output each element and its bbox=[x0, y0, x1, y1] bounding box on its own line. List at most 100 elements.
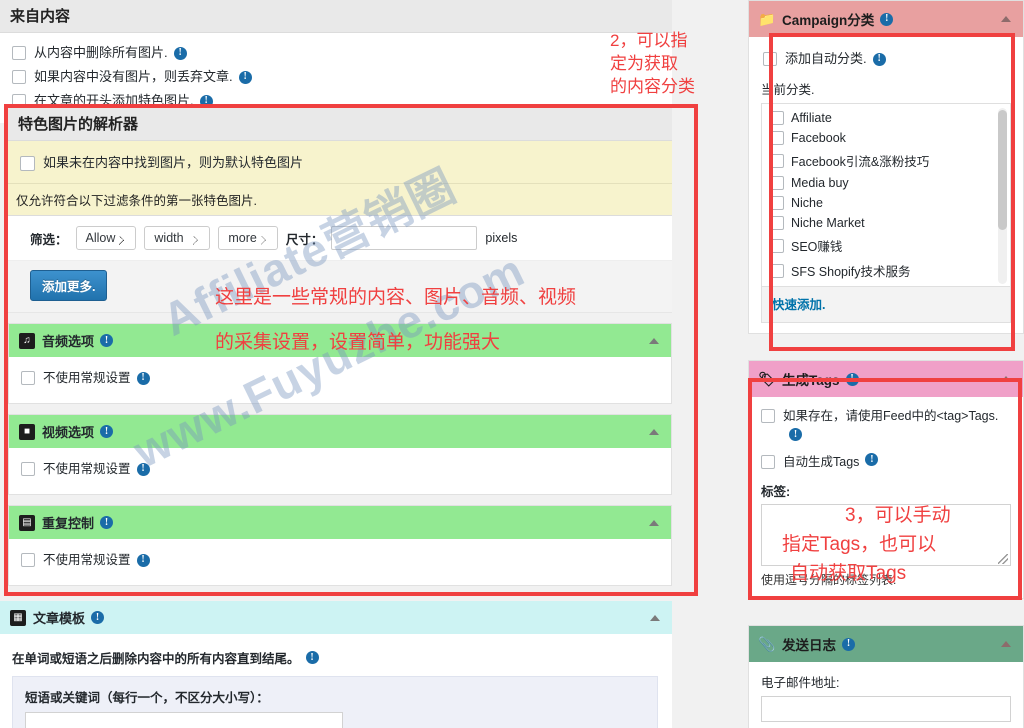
campaign-categories-header[interactable]: 📁 Campaign分类 bbox=[749, 1, 1023, 37]
option-default-featured-image[interactable]: 如果未在内容中找到图片，则为默认特色图片 bbox=[8, 151, 672, 175]
generate-tags-header[interactable]: 🏷 生成Tags bbox=[749, 361, 1023, 397]
panel-title: Campaign分类 bbox=[782, 13, 875, 28]
campaign-categories-body: 添加自动分类. 当前分类. Affiliate Facebook Facebook引… bbox=[749, 37, 1023, 333]
collapse-toggle-icon[interactable] bbox=[1001, 641, 1011, 647]
category-label: shopify工具 bbox=[791, 286, 856, 287]
article-template-textarea[interactable] bbox=[25, 712, 343, 728]
checkbox-category[interactable] bbox=[770, 216, 784, 230]
category-list[interactable]: Affiliate Facebook Facebook引流&涨粉技巧 Media bu… bbox=[761, 103, 1011, 287]
folder-icon: 📁 bbox=[758, 11, 776, 27]
collapse-toggle-icon[interactable] bbox=[649, 519, 659, 526]
info-icon[interactable] bbox=[305, 651, 319, 664]
section-video-header[interactable]: ■ 视频选项 bbox=[9, 415, 671, 448]
checkbox-category[interactable] bbox=[770, 131, 784, 145]
send-log-header[interactable]: 📎 发送日志 bbox=[749, 626, 1023, 662]
info-icon[interactable] bbox=[880, 12, 894, 26]
option-remove-all-images[interactable]: 从内容中删除所有图片. bbox=[0, 41, 672, 65]
collapse-toggle-icon[interactable] bbox=[650, 614, 660, 621]
size-input[interactable] bbox=[331, 226, 478, 250]
category-list-scrollbar-thumb[interactable] bbox=[998, 110, 1007, 230]
category-item[interactable]: Media buy bbox=[762, 173, 1010, 193]
collapse-toggle-icon[interactable] bbox=[649, 337, 659, 344]
info-icon[interactable] bbox=[136, 371, 150, 385]
info-icon[interactable] bbox=[199, 94, 213, 108]
category-item[interactable]: SEO赚钱 bbox=[762, 233, 1010, 258]
info-icon[interactable] bbox=[842, 637, 855, 651]
info-icon[interactable] bbox=[173, 46, 187, 60]
add-more-button[interactable]: 添加更多. bbox=[30, 270, 108, 301]
sidebar-column: 📁 Campaign分类 添加自动分类. 当前分类. Affiliate Face… bbox=[748, 0, 1024, 728]
info-icon[interactable] bbox=[136, 553, 150, 567]
option-audio-no-general[interactable]: 不使用常规设置 bbox=[9, 366, 671, 390]
featured-image-filter-note: 仅允许符合以下过滤条件的第一张特色图片. bbox=[8, 184, 672, 216]
checkbox-audio-no-general[interactable] bbox=[21, 371, 35, 385]
checkbox-category[interactable] bbox=[770, 111, 784, 125]
option-video-no-general[interactable]: 不使用常规设置 bbox=[9, 457, 671, 481]
category-item[interactable]: Facebook bbox=[762, 128, 1010, 148]
checkbox-default-featured-image[interactable] bbox=[20, 155, 35, 171]
category-item[interactable]: Facebook引流&涨粉技巧 bbox=[762, 148, 1010, 173]
info-icon[interactable] bbox=[789, 428, 802, 442]
category-item[interactable]: shopify工具 bbox=[762, 283, 1010, 287]
checkbox-category[interactable] bbox=[770, 263, 784, 278]
checkbox-video-no-general[interactable] bbox=[21, 462, 35, 476]
info-icon[interactable] bbox=[845, 372, 859, 386]
info-icon[interactable] bbox=[91, 611, 105, 624]
info-icon[interactable] bbox=[100, 334, 114, 347]
section-title: 视频选项 bbox=[42, 425, 95, 440]
option-duplicate-no-general[interactable]: 不使用常规设置 bbox=[9, 548, 671, 572]
checkbox-auto-generate-tags[interactable] bbox=[761, 455, 775, 469]
category-item[interactable]: Niche Market bbox=[762, 213, 1010, 233]
generate-tags-panel: 🏷 生成Tags 如果存在，请使用Feed中的<tag>Tags. 自动生成Ta… bbox=[748, 360, 1024, 599]
collapse-toggle-icon[interactable] bbox=[1001, 376, 1011, 382]
checkbox-category[interactable] bbox=[770, 196, 784, 210]
email-input[interactable] bbox=[761, 696, 1011, 722]
option-add-auto-category[interactable]: 添加自动分类. bbox=[761, 47, 1011, 71]
option-discard-if-no-image[interactable]: 如果内容中没有图片，则丢弃文章. bbox=[0, 65, 672, 89]
category-item[interactable]: Niche bbox=[762, 193, 1010, 213]
campaign-categories-panel: 📁 Campaign分类 添加自动分类. 当前分类. Affiliate Face… bbox=[748, 0, 1024, 334]
info-icon[interactable] bbox=[100, 516, 114, 529]
filter-compare-select[interactable]: more bbox=[218, 226, 278, 250]
size-label: 尺寸： bbox=[285, 232, 324, 247]
resize-grip-icon[interactable] bbox=[998, 554, 1008, 564]
checkbox-remove-all-images[interactable] bbox=[12, 46, 26, 60]
info-icon[interactable] bbox=[136, 462, 150, 476]
filter-dimension-select[interactable]: width bbox=[144, 226, 211, 250]
checkbox-discard-if-no-image[interactable] bbox=[12, 70, 26, 84]
checkbox-duplicate-no-general[interactable] bbox=[21, 553, 35, 567]
collapse-toggle-icon[interactable] bbox=[649, 428, 659, 435]
quick-add-link[interactable]: 快速添加. bbox=[772, 298, 825, 312]
info-icon[interactable] bbox=[865, 453, 879, 466]
add-more-row: 添加更多. bbox=[8, 261, 672, 313]
featured-image-parser-panel: 特色图片的解析器 如果未在内容中找到图片，则为默认特色图片 仅允许符合以下过滤条… bbox=[8, 108, 672, 586]
from-content-title: 来自内容 bbox=[0, 0, 672, 33]
quick-add-row[interactable]: 快速添加. bbox=[761, 287, 1011, 323]
info-icon[interactable] bbox=[100, 425, 114, 438]
checkbox-add-featured-at-start[interactable] bbox=[12, 94, 26, 108]
collapse-toggle-icon[interactable] bbox=[1001, 16, 1011, 22]
category-item[interactable]: SFS Shopify技术服务 bbox=[762, 258, 1010, 283]
featured-image-default-zone: 如果未在内容中找到图片，则为默认特色图片 bbox=[8, 141, 672, 184]
section-article-template-header[interactable]: ▦ 文章模板 bbox=[0, 601, 672, 634]
filter-allow-select[interactable]: Allow bbox=[75, 226, 137, 250]
section-duplicate-header[interactable]: ▤ 重复控制 bbox=[9, 506, 671, 539]
article-template-note-row: 在单词或短语之后删除内容中的所有内容直到结尾。 bbox=[12, 648, 660, 667]
info-icon[interactable] bbox=[238, 70, 252, 84]
checkbox-category[interactable] bbox=[770, 176, 784, 190]
option-auto-generate-tags[interactable]: 自动生成Tags bbox=[761, 453, 1011, 471]
checkbox-category[interactable] bbox=[770, 238, 784, 253]
featured-image-parser-title: 特色图片的解析器 bbox=[8, 108, 672, 141]
category-label: Media buy bbox=[791, 176, 849, 190]
checkbox-category[interactable] bbox=[770, 153, 784, 168]
section-audio-body: 不使用常规设置 bbox=[9, 357, 671, 403]
tags-textarea[interactable] bbox=[761, 504, 1011, 566]
checkbox-use-feed-tags[interactable] bbox=[761, 409, 775, 423]
section-audio-header[interactable]: ♫ 音频选项 bbox=[9, 324, 671, 357]
option-label: 自动生成Tags bbox=[783, 455, 860, 469]
checkbox-add-auto-category[interactable] bbox=[763, 52, 777, 66]
category-item[interactable]: Affiliate bbox=[762, 108, 1010, 128]
info-icon[interactable] bbox=[872, 52, 886, 66]
option-use-feed-tags[interactable]: 如果存在，请使用Feed中的<tag>Tags. bbox=[761, 407, 1011, 443]
panel-title: 生成Tags bbox=[782, 373, 840, 388]
